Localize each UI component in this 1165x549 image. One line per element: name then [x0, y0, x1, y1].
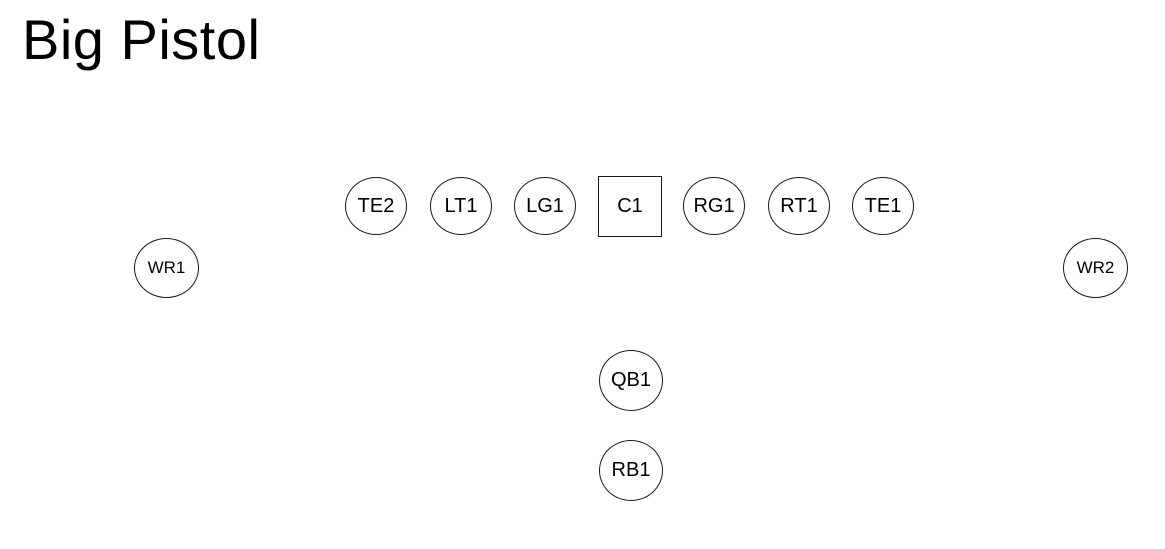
player-lg1: LG1 [514, 177, 576, 235]
player-wr2: WR2 [1063, 238, 1128, 298]
player-wr1: WR1 [134, 238, 199, 298]
player-qb1: QB1 [599, 350, 663, 411]
player-rg1: RG1 [683, 177, 745, 235]
player-c1: C1 [598, 176, 662, 237]
player-rt1: RT1 [768, 177, 830, 235]
diagram-title: Big Pistol [22, 8, 261, 71]
player-te2: TE2 [345, 177, 407, 235]
player-lt1: LT1 [430, 177, 492, 235]
player-te1: TE1 [852, 177, 914, 235]
player-rb1: RB1 [599, 440, 663, 501]
